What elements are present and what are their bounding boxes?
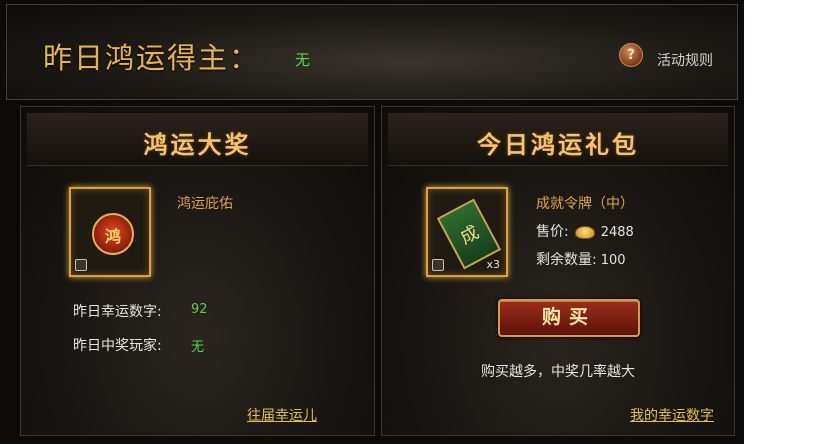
- header-banner: 昨日鸿运得主： 无 ? 活动规则: [6, 4, 738, 100]
- grand-prize-item-slot[interactable]: [69, 187, 151, 277]
- lucky-orb-icon: [92, 213, 134, 255]
- lucky-event-window: 昨日鸿运得主： 无 ? 活动规则 鸿运大奖 鸿运庇佑 昨日幸运数字: 92 昨日…: [0, 0, 744, 444]
- item-quantity: x3: [486, 258, 500, 271]
- remaining-value: 100: [600, 253, 626, 268]
- lock-icon: [432, 259, 444, 271]
- yesterday-winner-player: 无: [191, 340, 205, 355]
- price-row: 售价: 2488: [536, 221, 634, 241]
- daily-pack-header: 今日鸿运礼包: [388, 113, 728, 166]
- remaining-label: 剩余数量:: [536, 252, 597, 268]
- yesterday-winner-label: 昨日中奖玩家:: [73, 338, 162, 354]
- price-value: 2488: [600, 225, 634, 240]
- buy-button[interactable]: 购买: [498, 299, 640, 337]
- daily-pack-title: 今日鸿运礼包: [477, 131, 639, 159]
- lock-icon: [75, 259, 87, 271]
- yesterday-winner-value: 无: [295, 51, 311, 69]
- price-label: 售价:: [536, 224, 569, 240]
- header-title: 昨日鸿运得主：: [43, 41, 261, 75]
- lucky-number-label: 昨日幸运数字:: [73, 304, 162, 320]
- gold-ingot-icon: [574, 225, 595, 239]
- grand-prize-panel: 鸿运大奖 鸿运庇佑 昨日幸运数字: 92 昨日中奖玩家: 无 往届幸运儿: [20, 106, 375, 436]
- buy-hint: 购买越多，中奖几率越大: [481, 364, 635, 380]
- remaining-row: 剩余数量: 100: [536, 249, 626, 269]
- grand-prize-item-name: 鸿运庇佑: [177, 196, 233, 212]
- help-icon[interactable]: ?: [619, 43, 643, 67]
- past-winners-link[interactable]: 往届幸运儿: [247, 405, 317, 425]
- activity-rules-link[interactable]: 活动规则: [657, 50, 713, 70]
- lucky-number-value: 92: [191, 302, 208, 317]
- daily-pack-item-slot[interactable]: x3: [426, 187, 508, 277]
- daily-pack-item-name: 成就令牌（中）: [536, 196, 634, 212]
- daily-pack-panel: 今日鸿运礼包 x3 成就令牌（中） 售价: 2488 剩余数量:100 购买 购买…: [381, 106, 735, 436]
- my-lucky-numbers-link[interactable]: 我的幸运数字: [630, 405, 714, 425]
- grand-prize-header: 鸿运大奖: [27, 113, 368, 166]
- grand-prize-title: 鸿运大奖: [143, 131, 252, 159]
